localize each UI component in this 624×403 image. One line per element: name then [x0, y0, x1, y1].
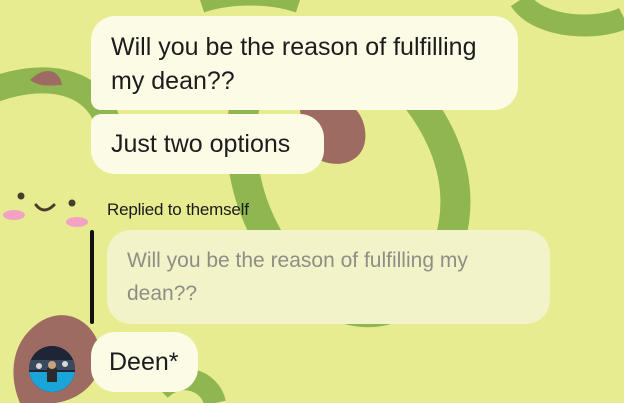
face-eye-icon [17, 192, 25, 200]
message-text: Deen* [109, 348, 179, 376]
profile-photo-icon [29, 346, 75, 392]
message-bubble[interactable]: Just two options [91, 114, 324, 174]
avatar[interactable] [29, 346, 75, 392]
message-bubble[interactable]: Will you be the reason of fulfilling my … [91, 16, 518, 110]
message-text: Will you be the reason of fulfilling my … [111, 33, 477, 95]
message-text: Just two options [111, 130, 291, 158]
message-bubble[interactable]: Deen* [91, 332, 198, 392]
quoted-message[interactable]: Will you be the reason of fulfilling my … [107, 230, 550, 324]
reply-indicator-bar [90, 230, 94, 324]
reply-label: Replied to themself [107, 200, 249, 219]
quoted-message-text: Will you be the reason of fulfilling my … [127, 249, 468, 305]
